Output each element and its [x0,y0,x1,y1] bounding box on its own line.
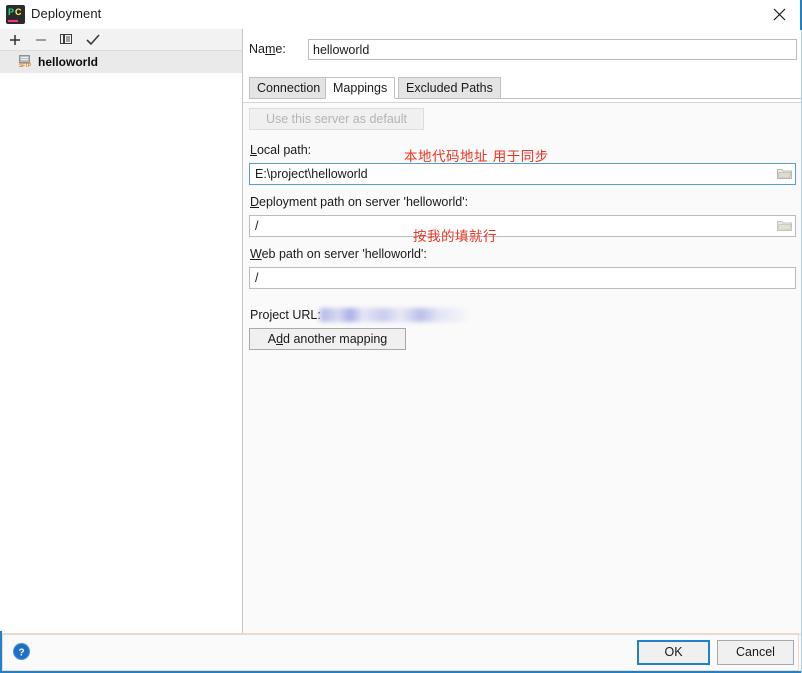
ok-button[interactable]: OK [637,640,710,665]
server-list-item-label: helloworld [38,55,98,69]
local-path-value: E:\project\helloworld [255,167,368,181]
server-settings-pane: Name: Connection Mappings Excluded Paths… [243,29,802,634]
web-path-value: / [255,271,259,285]
deployment-dialog: PC Deployment SFTP helloworld Name: hell… [0,0,802,673]
title-bar: PC Deployment [0,0,802,29]
sftp-icon-label: SFTP [19,63,31,69]
dialog-footer: ? OK Cancel [0,634,802,671]
sftp-server-icon: SFTP [18,55,32,69]
name-row: Name: [249,39,797,61]
help-circle-icon[interactable]: ? [13,643,30,660]
settings-tabs: Connection Mappings Excluded Paths [249,77,802,99]
mappings-panel-inner: Use this server as default Local path: E… [244,104,801,633]
minus-icon[interactable] [28,29,54,50]
annotation-local-path: 本地代码地址 用于同步 [404,149,549,165]
plus-icon[interactable] [2,29,28,50]
add-another-mapping-button[interactable]: Add another mapping [249,328,406,350]
web-path-label: Web path on server 'helloworld': [250,247,427,261]
server-list[interactable]: SFTP helloworld [0,51,242,634]
copy-icon[interactable] [53,29,79,50]
tab-connection[interactable]: Connection [249,77,329,99]
dialog-body: SFTP helloworld Name: Connection Mapping… [0,29,802,634]
server-list-pane: SFTP helloworld [0,29,242,634]
server-list-item-helloworld[interactable]: SFTP helloworld [0,51,242,73]
deployment-path-value: / [255,219,259,233]
local-path-field[interactable]: E:\project\helloworld [249,163,796,185]
use-this-server-as-default-button[interactable]: Use this server as default [249,108,424,130]
name-label: Name: [249,42,286,56]
folder-icon[interactable] [777,219,792,233]
deployment-path-field[interactable]: / [249,215,796,237]
mappings-panel: Use this server as default Local path: E… [243,103,802,634]
folder-icon[interactable] [777,167,792,181]
deployment-path-label: Deployment path on server 'helloworld': [250,195,469,209]
tab-mappings[interactable]: Mappings [325,77,396,99]
cancel-button[interactable]: Cancel [717,640,794,665]
window-edge-left [0,631,2,673]
web-path-field[interactable]: / [249,267,796,289]
local-path-label: Local path: [250,143,312,157]
window-title: Deployment [31,6,102,21]
pycharm-logo-icon: PC [6,5,25,24]
tab-excluded-paths[interactable]: Excluded Paths [398,77,501,99]
annotation-deployment-path: 按我的填就行 [413,229,497,245]
project-url-label: Project URL: [250,308,321,322]
name-input[interactable] [308,39,797,60]
svg-text:?: ? [18,647,24,658]
server-list-toolbar [0,29,242,51]
close-icon[interactable] [756,0,802,29]
project-url-redacted-value [317,308,469,322]
check-icon[interactable] [80,29,106,50]
